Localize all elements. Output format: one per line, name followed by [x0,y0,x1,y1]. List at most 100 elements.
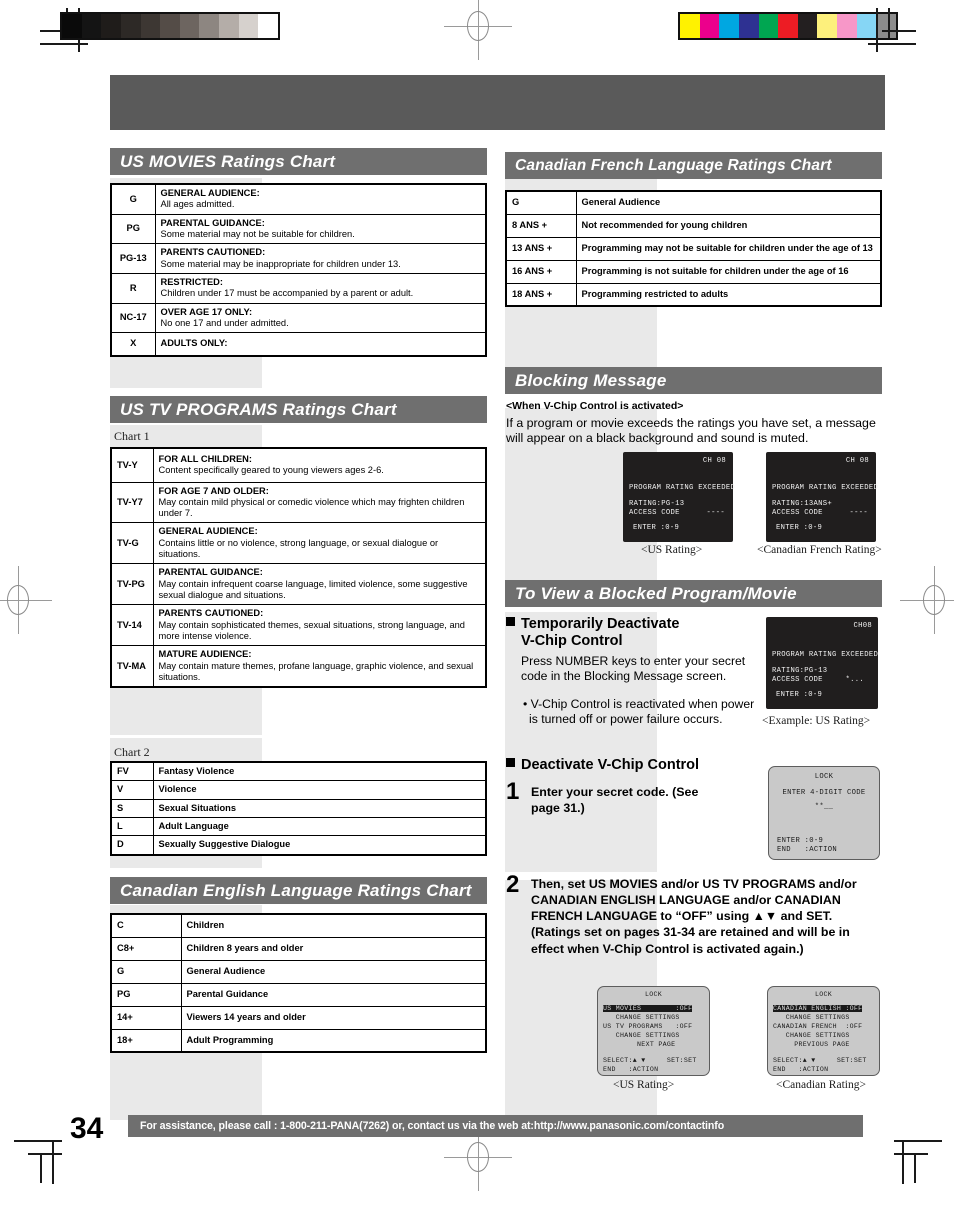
osd-example-us-rating: CH08 PROGRAM RATING EXCEEDED RATING:PG-1… [766,617,878,709]
osd-line-enter-keys: ENTER :0-9 [777,837,824,845]
crop-mark-top-right [868,8,916,52]
calibration-swatch-8 [219,14,239,38]
table-canadian-french: G General Audience 8 ANS + Not recommended … [505,190,882,307]
osd-line-exceeded: PROGRAM RATING EXCEEDED [629,484,736,492]
osd-channel: CH 08 [702,457,726,465]
rating-body: May contain infrequent coarse language, … [158,578,468,601]
section-header-canadian-french: Canadian French Language Ratings Chart [505,152,882,179]
osd-row-next-page: NEXT PAGE [603,1041,676,1048]
table-row: 16 ANS + Programming is not suitable for … [505,259,882,284]
rating-body: Not recommended for young children [581,219,748,230]
calibration-swatch-2 [719,14,739,38]
osd-blocking-us: CH 08 PROGRAM RATING EXCEEDED RATING:PG-… [623,452,736,542]
rating-description-cell: PARENTS CAUTIONED: Some material may be i… [154,243,487,274]
page-top-banner [110,75,885,130]
osd-line-enter: ENTER :0-9 [633,524,680,532]
rating-title: PARENTS CAUTIONED: [160,247,266,258]
rating-description-cell: Adult Language [152,816,487,837]
rating-code-cell: PG [110,982,182,1007]
rating-description-cell: MATURE AUDIENCE: May contain mature theme… [152,645,487,688]
rating-body: Viewers 14 years and older [186,1011,306,1022]
rating-code-cell: TV-G [110,522,154,565]
rating-code-cell: TV-Y7 [110,481,154,524]
table-row: S Sexual Situations [110,798,487,818]
rating-description-cell: GENERAL AUDIENCE: All ages admitted. [154,183,487,215]
square-bullet-icon [506,617,515,626]
rating-body: Sexually Suggestive Dialogue [158,839,291,850]
rating-title: FOR ALL CHILDREN: [158,453,252,464]
square-bullet-icon [506,758,515,767]
table-row: TV-14 PARENTS CAUTIONED: May contain sophi… [110,604,487,647]
osd-line-end-action: END :ACTION [777,846,837,854]
osd-lock-canadian-settings: LOCK CANADIAN ENGLISH :OFF CHANGE SETTIN… [767,986,880,1076]
rating-description-cell: FOR ALL CHILDREN: Content specifically ge… [152,447,487,483]
osd-line-rating: RATING:PG-13 [772,667,828,675]
rating-description-cell: Children 8 years and older [180,936,487,961]
rating-description-cell: ADULTS ONLY: [154,332,487,357]
osd-row-select: SELECT:▲ ▼ SET:SET [773,1057,867,1064]
table-row: C8+ Children 8 years and older [110,936,487,961]
rating-code-cell: 14+ [110,1005,182,1030]
crop-mark-bottom-left [14,1135,62,1184]
caption-step2-us-rating: <US Rating> [613,1079,675,1091]
osd-line-enter: ENTER :0-9 [776,691,823,699]
rating-description-cell: Sexual Situations [152,798,487,818]
manual-page: US MOVIES Ratings Chart G GENERAL AUDIENC… [0,0,954,1205]
osd-row-change-settings-1: CHANGE SETTINGS [603,1014,680,1021]
rating-body: General Audience [186,965,266,976]
rating-description-cell: Adult Programming [180,1028,487,1053]
heading-temporarily-deactivate: Temporarily Deactivate V-Chip Control [506,616,756,650]
table-row: V Violence [110,780,487,800]
rating-body: Children 8 years and older [186,942,304,953]
rating-code-cell: G [110,959,182,984]
rating-code-cell: 16 ANS + [505,259,577,284]
osd-row-previous-page: PREVIOUS PAGE [773,1041,850,1048]
osd-title: LOCK [814,991,833,998]
rating-body: All ages admitted. [160,199,235,210]
osd-row-us-movies: US MOVIES :OFF [603,1005,693,1012]
rating-code-cell: TV-14 [110,604,154,647]
footer-assistance-bar: For assistance, please call : 1-800-211-… [128,1115,863,1137]
calibration-swatch-0 [62,14,82,38]
osd-line-enter: ENTER :0-9 [776,524,823,532]
page-number: 34 [70,1112,104,1145]
rating-description-cell: PARENTAL GUIDANCE: May contain infrequent… [152,563,487,606]
table-row: FV Fantasy Violence [110,761,487,782]
calibration-swatch-1 [81,14,102,38]
osd-row-canadian-french: CANADIAN FRENCH :OFF [773,1023,863,1030]
rating-description-cell: PARENTS CAUTIONED: May contain sophistica… [152,604,487,647]
rating-title: RESTRICTED: [160,276,224,287]
table-row: PG PARENTAL GUIDANCE: Some material may no… [110,213,487,245]
rating-code-cell: S [110,798,154,818]
section-header-blocking-message: Blocking Message [505,367,882,394]
rating-title: OVER AGE 17 ONLY: [160,306,253,317]
step-1-text: Enter your secret code. (See page 31.) [531,785,699,816]
osd-line-code-mask: **__ [814,803,834,811]
table-row: G General Audience [505,190,882,215]
rating-body: Some material may not be suitable for ch… [160,228,355,239]
table-us-tv-chart1: TV-Y FOR ALL CHILDREN: Content specificall… [110,447,487,689]
rating-title: PARENTAL GUIDANCE: [158,567,263,578]
rating-title: FOR AGE 7 AND OLDER: [158,485,269,496]
table-row: D Sexually Suggestive Dialogue [110,835,487,856]
rating-code-cell: C [110,913,182,938]
rating-description-cell: Fantasy Violence [152,761,487,782]
osd-line-rating: RATING:13ANS+ [772,500,832,508]
rating-code-cell: G [505,190,577,215]
rating-description-cell: General Audience [575,190,882,215]
rating-title: MATURE AUDIENCE: [158,649,252,660]
rating-code-cell: NC-17 [110,302,156,334]
osd-row-canadian-english: CANADIAN ENGLISH :OFF [773,1005,863,1012]
osd-row-change-settings-1: CHANGE SETTINGS [773,1014,850,1021]
rating-body: Adult Language [158,820,229,831]
osd-lock-enter-code: LOCK ENTER 4-DIGIT CODE **__ ENTER :0-9 … [768,766,880,860]
rating-body: No one 17 and under admitted. [160,317,289,328]
rating-code-cell: TV-Y [110,447,154,483]
rating-body: Parental Guidance [186,988,269,999]
table-row: C Children [110,913,487,938]
table-row: 18 ANS + Programming restricted to adults [505,282,882,307]
rating-code-cell: PG [110,213,156,245]
section-header-us-tv: US TV PROGRAMS Ratings Chart [110,396,487,423]
calibration-swatch-5 [778,14,798,38]
rating-body: Violence [158,784,197,795]
